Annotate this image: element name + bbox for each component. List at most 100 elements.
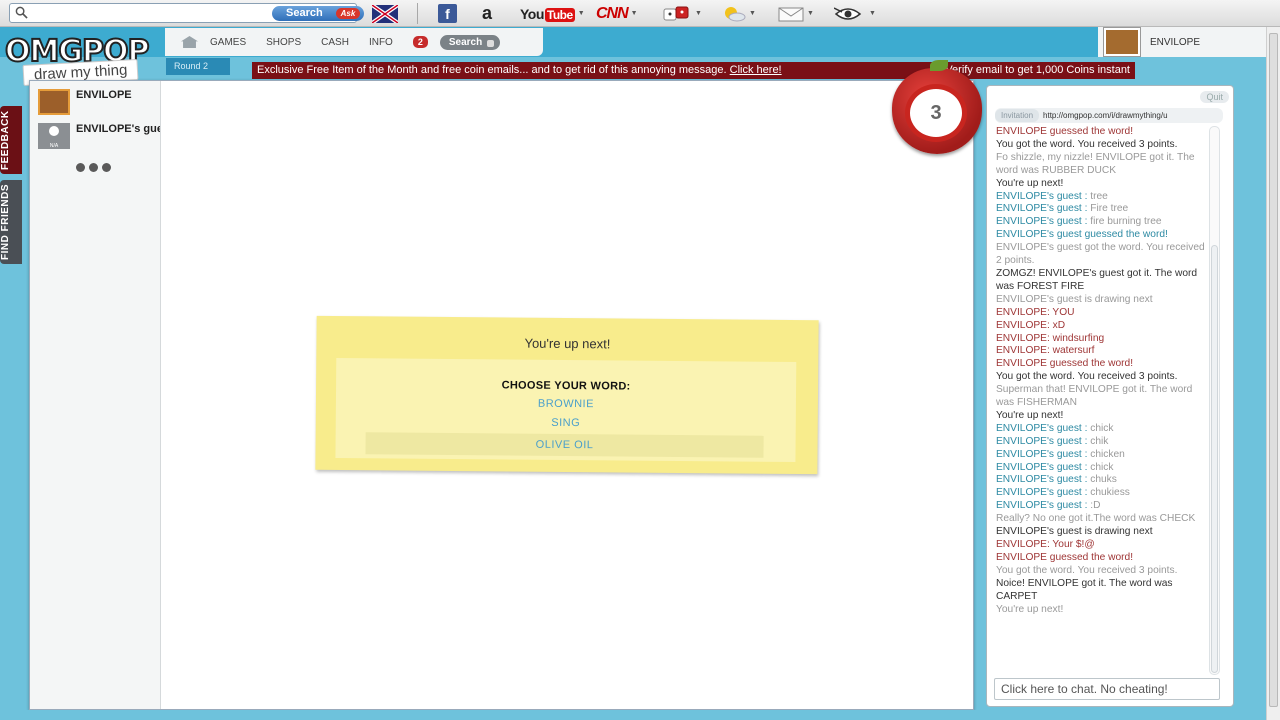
ask-icon: Ask	[336, 8, 360, 19]
chat-message: ENVILOPE: YOU	[996, 306, 1075, 318]
cnn-logo: CNN	[596, 4, 629, 22]
chat-author: ENVILOPE's guest	[996, 435, 1082, 447]
games-dice-button[interactable]: ▼	[662, 4, 702, 23]
word-option-selected[interactable]: OLIVE OIL	[365, 432, 764, 458]
leaf-icon	[930, 60, 948, 71]
chat-message: ENVILOPE: watersurf	[996, 345, 1095, 357]
chevron-down-icon: ▼	[749, 10, 756, 17]
round-label: Round 2	[166, 58, 230, 75]
chat-separator: :	[1081, 203, 1091, 215]
chevron-down-icon: ▼	[630, 10, 638, 17]
chat-author: ENVILOPE's guest	[996, 422, 1082, 434]
chat-message: You're up next!	[996, 603, 1064, 615]
chat-message: ENVILOPE guessed the word!	[996, 126, 1134, 137]
chat-text: tree	[1090, 190, 1108, 202]
chat-separator: :	[1081, 448, 1091, 460]
banner-text: Exclusive Free Item of the Month and fre…	[257, 64, 727, 76]
toolbar-search-button[interactable]: Search Ask	[272, 6, 364, 21]
user-name: ENVILOPE	[1150, 36, 1201, 48]
banner-link[interactable]: Click here!	[730, 64, 782, 76]
chevron-down-icon: ▼	[695, 10, 702, 17]
toolbar-separator	[417, 3, 418, 24]
browser-toolbar: Search Ask f a You Tube ▼ CNN ▼ ▼ ▼ ▼ ▼	[0, 0, 1280, 27]
facebook-glyph: f	[438, 4, 457, 23]
chat-author: ENVILOPE's guest	[996, 487, 1082, 499]
chat-author: ENVILOPE's guest	[996, 190, 1082, 202]
chat-message: ENVILOPE's guest : chick	[996, 423, 1206, 436]
nav-games[interactable]: GAMES	[210, 37, 246, 48]
avatar-label: N/A	[49, 143, 59, 149]
chat-message: You got the word. You received 3 points.	[996, 138, 1178, 150]
chat-text: chick	[1090, 461, 1114, 473]
youtube-logo: You Tube	[520, 6, 575, 22]
chat-scrollbar[interactable]	[1209, 126, 1220, 675]
page-scrollbar[interactable]	[1266, 27, 1280, 720]
toolbar-search-input[interactable]: Search Ask	[9, 3, 364, 23]
chat-text: chick	[1090, 422, 1114, 434]
chat-separator: :	[1081, 461, 1091, 473]
weather-icon	[725, 6, 746, 21]
search-icon	[15, 6, 28, 19]
player-name: ENVILOPE	[76, 89, 132, 101]
chat-message: ENVILOPE's guest : fire burning tree	[996, 216, 1206, 229]
find-friends-tab[interactable]: FIND FRIENDS	[0, 180, 22, 264]
youtube-tube: Tube	[544, 7, 575, 22]
chat-message: ENVILOPE's guest : Fire tree	[996, 203, 1206, 216]
chat-text: Fire tree	[1090, 203, 1129, 215]
chat-message: ENVILOPE's guest guessed the word!	[996, 229, 1168, 241]
word-option[interactable]: BROWNIE	[336, 396, 796, 412]
scroll-thumb[interactable]	[1211, 245, 1218, 673]
chat-text: :D	[1090, 500, 1101, 512]
user-profile[interactable]: ENVILOPE	[1098, 27, 1266, 57]
quit-button[interactable]: Quit	[1200, 91, 1229, 103]
cnn-link[interactable]: CNN ▼	[596, 4, 638, 23]
word-option[interactable]: SING	[336, 415, 796, 431]
nav-cash[interactable]: CASH	[321, 37, 349, 48]
page-bottom	[0, 710, 1266, 720]
invite-url[interactable]: http://omgpop.com/i/drawmything/u	[1043, 111, 1205, 120]
home-icon[interactable]	[181, 36, 198, 48]
player-item[interactable]: ENVILOPE	[38, 89, 160, 115]
loading-dots	[76, 163, 111, 172]
youtube-link[interactable]: You Tube ▼	[520, 4, 585, 23]
nav-info[interactable]: INFO	[369, 37, 393, 48]
chat-message: You got the word. You received 3 points.	[996, 371, 1178, 383]
nav-shops[interactable]: SHOPS	[266, 37, 301, 48]
amazon-glyph: a	[482, 3, 493, 23]
chat-message: ENVILOPE's guest : :D	[996, 500, 1206, 513]
chat-message: ENVILOPE's guest is drawing next	[996, 526, 1153, 538]
facebook-icon[interactable]: f	[438, 4, 457, 23]
player-item[interactable]: N/A ENVILOPE's guest	[38, 123, 160, 149]
player-avatar: N/A	[38, 123, 70, 149]
weather-button[interactable]: ▼	[722, 4, 756, 23]
chat-text: chicken	[1090, 448, 1125, 460]
chat-message: ENVILOPE's guest is drawing next	[996, 293, 1153, 305]
chat-author: ENVILOPE's guest	[996, 216, 1082, 228]
feedback-tab[interactable]: FEEDBACK	[0, 106, 22, 174]
mail-button[interactable]: ▼	[778, 4, 814, 23]
chat-text: fire burning tree	[1090, 216, 1162, 228]
chat-author: ENVILOPE's guest	[996, 203, 1082, 215]
dice-icon	[663, 6, 689, 20]
eye-icon	[834, 6, 862, 20]
chat-message: ENVILOPE's guest got the word. You recei…	[996, 242, 1205, 267]
privacy-button[interactable]: ▼	[834, 4, 876, 23]
amazon-icon[interactable]: a	[482, 3, 493, 23]
scroll-thumb[interactable]	[1269, 33, 1278, 707]
chat-separator: :	[1081, 487, 1091, 499]
chevron-down-icon: ▼	[807, 10, 814, 17]
flag-icon[interactable]	[372, 4, 398, 23]
invite-bar: Invitation http://omgpop.com/i/drawmythi…	[995, 108, 1223, 123]
chat-text: chuks	[1090, 474, 1117, 486]
chat-message: ENVILOPE's guest : chukiess	[996, 487, 1206, 500]
timer-value: 3	[930, 102, 942, 124]
notification-badge[interactable]: 2	[412, 36, 428, 48]
main-nav: GAMES SHOPS CASH INFO 2 Search	[165, 28, 543, 56]
nav-search-button[interactable]: Search	[439, 34, 501, 50]
chat-message: ENVILOPE's guest : chuks	[996, 474, 1206, 487]
chat-separator: :	[1081, 435, 1091, 447]
choose-word-heading: CHOOSE YOUR WORD:	[501, 379, 631, 393]
chat-message: ENVILOPE's guest : chicken	[996, 449, 1206, 462]
invite-label: Invitation	[995, 109, 1040, 122]
chat-input[interactable]: Click here to chat. No cheating!	[994, 678, 1220, 700]
